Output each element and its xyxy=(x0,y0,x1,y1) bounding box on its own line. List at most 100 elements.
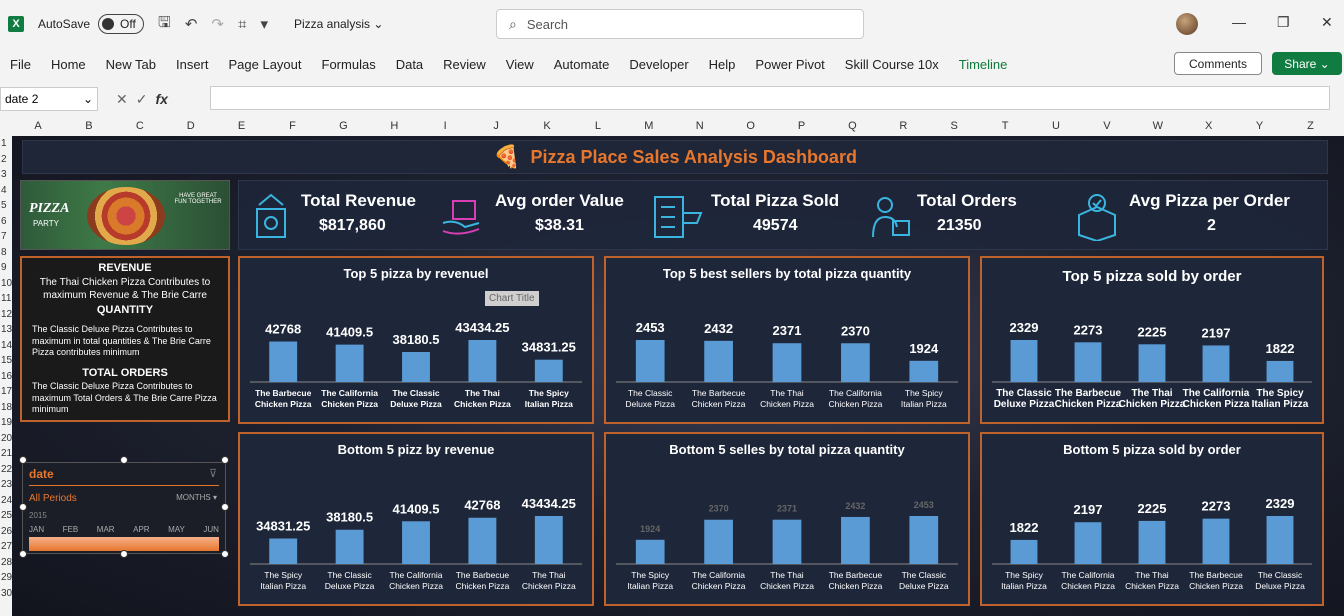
tab-data[interactable]: Data xyxy=(396,57,423,72)
timeline-month[interactable]: FEB xyxy=(63,525,79,534)
row-header[interactable]: 21 xyxy=(1,448,12,459)
row-header[interactable]: 26 xyxy=(1,526,12,537)
timeline-month[interactable]: APR xyxy=(133,525,149,534)
chart-bar[interactable] xyxy=(1010,539,1038,564)
chart-bar[interactable] xyxy=(269,341,298,382)
tab-power-pivot[interactable]: Power Pivot xyxy=(755,57,824,72)
row-header[interactable]: 23 xyxy=(1,479,12,490)
comments-button[interactable]: Comments xyxy=(1174,52,1262,75)
row-header[interactable]: 5 xyxy=(1,200,7,211)
date-timeline-slicer[interactable]: date ⊽ All Periods MONTHS ▾ 2015 JAN FEB… xyxy=(22,462,226,554)
row-header[interactable]: 2 xyxy=(1,154,7,165)
row-header[interactable]: 25 xyxy=(1,510,12,521)
chart-bar[interactable] xyxy=(1074,522,1102,564)
chart-bottom5-orders[interactable]: 1822 The Spicy Italian Pizza 2197 The Califo… xyxy=(980,432,1324,606)
chart-bar[interactable] xyxy=(468,340,497,382)
column-header[interactable]: R xyxy=(893,120,913,132)
column-header[interactable]: J xyxy=(486,120,506,132)
chart-bar[interactable] xyxy=(909,360,939,382)
row-header[interactable]: 9 xyxy=(1,262,7,273)
timeline-month[interactable]: JAN xyxy=(29,525,44,534)
document-title[interactable]: Pizza analysis ⌄ xyxy=(294,17,383,31)
chart-bar[interactable] xyxy=(704,519,733,564)
clear-filter-icon[interactable]: ⊽ xyxy=(209,467,217,480)
row-header[interactable]: 28 xyxy=(1,557,12,568)
tab-view[interactable]: View xyxy=(506,57,534,72)
minimize-icon[interactable]: — xyxy=(1232,14,1246,30)
column-header[interactable]: W xyxy=(1148,120,1168,132)
timeline-level-select[interactable]: MONTHS ▾ xyxy=(176,493,217,502)
chart-bar[interactable] xyxy=(841,343,870,382)
row-header[interactable]: 24 xyxy=(1,495,12,506)
chart-bar[interactable] xyxy=(1138,344,1166,382)
chart-bar[interactable] xyxy=(1010,340,1038,382)
chart-bar[interactable] xyxy=(1202,518,1230,564)
row-header[interactable]: 12 xyxy=(1,309,12,320)
fx-label[interactable]: fx xyxy=(155,91,167,107)
search-input[interactable]: ⌕ Search xyxy=(496,9,864,39)
row-header[interactable]: 15 xyxy=(1,355,12,366)
chart-bar[interactable] xyxy=(772,519,802,564)
resize-handle[interactable] xyxy=(120,550,128,558)
column-header[interactable]: B xyxy=(79,120,99,132)
row-header[interactable]: 8 xyxy=(1,247,7,258)
timeline-month[interactable]: MAR xyxy=(97,525,115,534)
chart-bar[interactable] xyxy=(402,521,430,564)
chart-bar[interactable] xyxy=(468,517,497,564)
row-header[interactable]: 14 xyxy=(1,340,12,351)
column-header[interactable]: S xyxy=(944,120,964,132)
timeline-month[interactable]: JUN xyxy=(203,525,219,534)
row-header[interactable]: 7 xyxy=(1,231,7,242)
tab-timeline[interactable]: Timeline xyxy=(959,57,1008,72)
row-header[interactable]: 30 xyxy=(1,588,12,599)
enter-icon[interactable]: ✓ xyxy=(136,91,148,108)
chart-top5-orders[interactable]: 2329 The Classic Deluxe Pizza 2273 The Barbe… xyxy=(980,256,1324,424)
avatar[interactable] xyxy=(1176,13,1198,35)
tab-insert[interactable]: Insert xyxy=(176,57,209,72)
chart-bar[interactable] xyxy=(335,529,364,564)
row-header[interactable]: 6 xyxy=(1,216,7,227)
timeline-month[interactable]: MAY xyxy=(168,525,185,534)
column-header[interactable]: L xyxy=(588,120,608,132)
column-header[interactable]: K xyxy=(537,120,557,132)
resize-handle[interactable] xyxy=(19,456,27,464)
column-header[interactable]: C xyxy=(130,120,150,132)
chart-bottom5-quantity[interactable]: 1924 The Spicy Italian Pizza 2370 The Califo… xyxy=(604,432,970,606)
resize-handle[interactable] xyxy=(221,456,229,464)
chart-bar[interactable] xyxy=(402,352,430,382)
chart-bar[interactable] xyxy=(635,340,665,382)
chart-bar[interactable] xyxy=(1138,520,1166,564)
column-header[interactable]: D xyxy=(181,120,201,132)
row-header[interactable]: 10 xyxy=(1,278,12,289)
resize-handle[interactable] xyxy=(120,456,128,464)
row-header[interactable]: 11 xyxy=(1,293,11,304)
chart-bar[interactable] xyxy=(269,538,298,564)
camera-icon[interactable]: ⌗ xyxy=(238,16,246,33)
column-header[interactable]: P xyxy=(792,120,812,132)
row-header[interactable]: 1 xyxy=(1,138,7,149)
column-header[interactable]: Z xyxy=(1301,120,1321,132)
autosave-toggle[interactable]: Off xyxy=(98,14,145,34)
redo-icon[interactable]: ↷ xyxy=(211,15,224,33)
name-box[interactable]: date 2 ⌄ xyxy=(0,87,98,111)
chart-top5-revenue[interactable]: 42768 The Barbecue Chicken Pizza 41409.5 The… xyxy=(238,256,594,424)
tab-skill-course[interactable]: Skill Course 10x xyxy=(845,57,939,72)
chart-top5-quantity[interactable]: 2453 The Classic Deluxe Pizza 2432 The Barbe… xyxy=(604,256,970,424)
tab-help[interactable]: Help xyxy=(709,57,736,72)
chart-bar[interactable] xyxy=(1202,345,1230,382)
row-header[interactable]: 17 xyxy=(1,386,12,397)
share-button[interactable]: Share ⌄ xyxy=(1272,52,1342,75)
row-header[interactable]: 19 xyxy=(1,417,12,428)
column-header[interactable]: M xyxy=(639,120,659,132)
tab-new-tab[interactable]: New Tab xyxy=(106,57,156,72)
resize-handle[interactable] xyxy=(221,503,229,511)
tab-automate[interactable]: Automate xyxy=(554,57,610,72)
row-header[interactable]: 27 xyxy=(1,541,12,552)
tab-developer[interactable]: Developer xyxy=(629,57,688,72)
column-header[interactable]: A xyxy=(28,120,48,132)
column-header[interactable]: Y xyxy=(1250,120,1270,132)
tab-review[interactable]: Review xyxy=(443,57,486,72)
column-header[interactable]: I xyxy=(435,120,455,132)
column-header[interactable]: N xyxy=(690,120,710,132)
column-header[interactable]: X xyxy=(1199,120,1219,132)
